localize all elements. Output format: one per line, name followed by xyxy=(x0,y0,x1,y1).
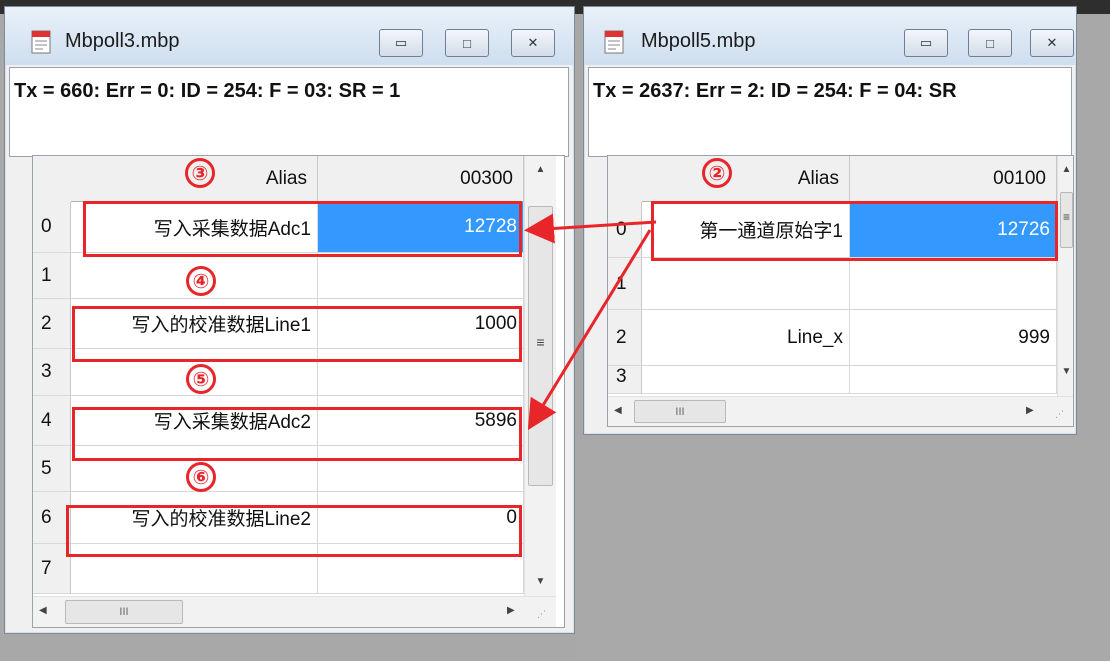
document-icon xyxy=(31,30,51,54)
status-line: Tx = 660: Err = 0: ID = 254: F = 03: SR … xyxy=(9,67,569,157)
row-number: 0 xyxy=(608,202,642,258)
minimize-button[interactable]: ▭ xyxy=(904,29,948,57)
close-button[interactable]: ✕ xyxy=(511,29,555,57)
maximize-button[interactable]: □ xyxy=(968,29,1012,57)
horizontal-scrollbar[interactable]: ◀ III ▶ ⋰ xyxy=(33,596,556,627)
title-bar[interactable]: Mbpoll5.mbp ▭ □ ✕ xyxy=(584,7,1076,65)
annotation-box-channel1 xyxy=(651,201,1058,261)
maximize-icon: □ xyxy=(986,35,994,51)
title-bar[interactable]: Mbpoll3.mbp ▭ □ ✕ xyxy=(5,7,574,65)
window-title: Mbpoll5.mbp xyxy=(641,30,756,52)
scroll-left-arrow-icon[interactable]: ◀ xyxy=(614,397,622,425)
grip-lines-icon: ≡ xyxy=(536,334,545,350)
row-number: 3 xyxy=(608,366,642,394)
scroll-right-arrow-icon[interactable]: ▶ xyxy=(507,597,515,625)
document-icon xyxy=(604,30,624,54)
annotation-box-adc1 xyxy=(83,201,522,257)
value-cell[interactable] xyxy=(318,253,524,299)
annotation-number-2: ② xyxy=(702,158,732,188)
minimize-button[interactable]: ▭ xyxy=(379,29,423,57)
scroll-down-arrow-icon[interactable]: ▼ xyxy=(1058,366,1073,377)
alias-cell[interactable] xyxy=(642,366,850,394)
row-number: 5 xyxy=(33,446,71,492)
horizontal-scroll-thumb[interactable]: III xyxy=(634,400,726,423)
value-cell[interactable]: 999 xyxy=(850,310,1057,366)
grid-corner xyxy=(33,156,72,203)
value-cell[interactable] xyxy=(850,366,1057,394)
annotation-box-line2 xyxy=(66,505,522,557)
annotation-number-6: ⑥ xyxy=(186,462,216,492)
row-number: 2 xyxy=(608,310,642,366)
annotation-box-adc2 xyxy=(72,407,522,461)
address-column-header[interactable]: 00100 xyxy=(850,156,1057,202)
minimize-icon: ▭ xyxy=(394,35,408,50)
maximize-icon: □ xyxy=(463,35,471,51)
row-number: 2 xyxy=(33,299,71,349)
desktop-background xyxy=(583,440,1110,661)
annotation-number-3: ③ xyxy=(185,158,215,188)
vertical-scrollbar[interactable]: ▲ ≡ ▼ xyxy=(524,156,556,596)
scroll-down-arrow-icon[interactable]: ▼ xyxy=(525,576,556,587)
horizontal-scrollbar[interactable]: ◀ III ▶ ⋰ xyxy=(608,396,1073,426)
scroll-right-arrow-icon[interactable]: ▶ xyxy=(1026,397,1034,425)
window-title: Mbpoll3.mbp xyxy=(65,30,180,52)
row-number: 1 xyxy=(33,253,71,299)
scroll-up-arrow-icon[interactable]: ▲ xyxy=(525,164,556,175)
close-icon: ✕ xyxy=(1046,35,1058,50)
annotation-box-line1 xyxy=(72,306,522,362)
minimize-icon: ▭ xyxy=(919,35,933,50)
close-button[interactable]: ✕ xyxy=(1030,29,1074,57)
row-number: 4 xyxy=(33,396,71,446)
resize-grip-icon[interactable]: ⋰ xyxy=(1055,409,1073,426)
annotation-number-4: ④ xyxy=(186,266,216,296)
status-line: Tx = 2637: Err = 2: ID = 254: F = 04: SR xyxy=(588,67,1072,157)
resize-grip-icon[interactable]: ⋰ xyxy=(537,609,555,627)
alias-column-header[interactable]: Alias xyxy=(642,156,850,202)
row-number: 1 xyxy=(608,258,642,310)
scroll-up-arrow-icon[interactable]: ▲ xyxy=(1058,164,1073,175)
register-grid: Alias 00100 0 第一通道原始字1 12726 1 2 Line_x … xyxy=(607,155,1074,427)
row-number: 0 xyxy=(33,202,71,253)
grip-lines-icon: ≡ xyxy=(1062,210,1070,224)
value-cell[interactable] xyxy=(850,258,1057,310)
alias-cell[interactable] xyxy=(642,258,850,310)
maximize-button[interactable]: □ xyxy=(445,29,489,57)
address-column-header[interactable]: 00300 xyxy=(318,156,524,202)
alias-cell[interactable]: Line_x xyxy=(642,310,850,366)
row-number: 3 xyxy=(33,349,71,396)
annotation-number-5: ⑤ xyxy=(186,364,216,394)
close-icon: ✕ xyxy=(527,35,539,50)
scroll-left-arrow-icon[interactable]: ◀ xyxy=(39,597,47,625)
horizontal-scroll-thumb[interactable]: III xyxy=(65,600,183,624)
grid-corner xyxy=(608,156,643,203)
vertical-scrollbar[interactable]: ▲ ≡ ▼ xyxy=(1057,156,1073,396)
